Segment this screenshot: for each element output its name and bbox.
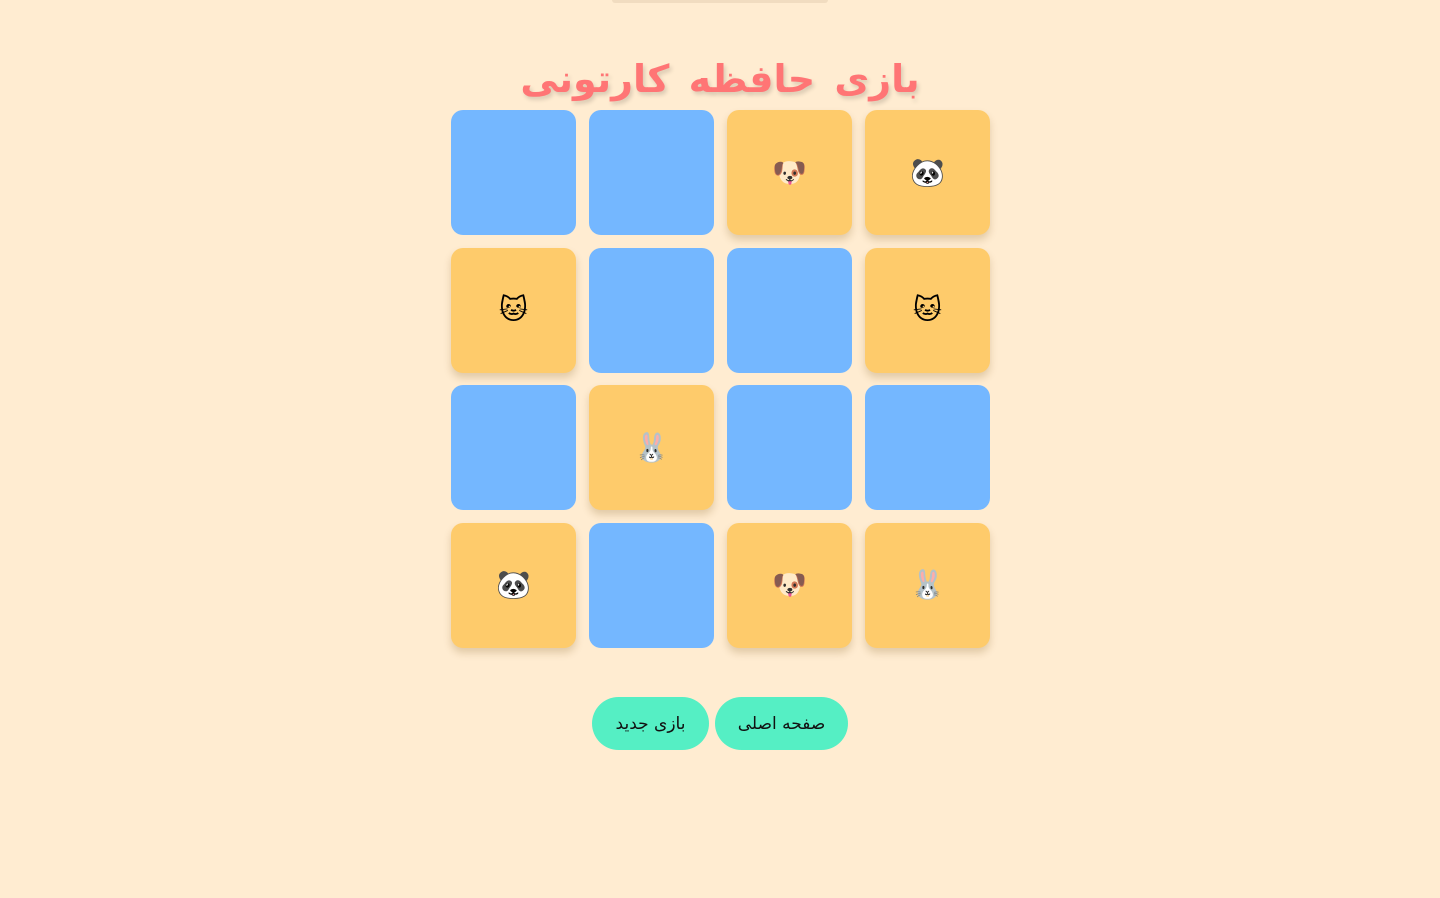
memory-card-revealed[interactable]: 🐶 bbox=[727, 110, 852, 235]
dog-face-icon: 🐶 bbox=[772, 568, 807, 601]
memory-card-hidden[interactable] bbox=[451, 385, 576, 510]
memory-card-hidden[interactable] bbox=[451, 110, 576, 235]
memory-card-hidden[interactable] bbox=[865, 385, 990, 510]
cat-face-icon: 🐱 bbox=[912, 293, 943, 326]
memory-card-hidden[interactable] bbox=[589, 110, 714, 235]
dog-face-icon: 🐶 bbox=[772, 155, 807, 189]
rabbit-face-icon: 🐰 bbox=[910, 568, 945, 601]
memory-card-revealed[interactable]: 🐼 bbox=[865, 110, 990, 235]
card-grid: 🐶 🐼 🐱 🐱 🐰 🐼 🐶 🐰 bbox=[451, 110, 990, 648]
memory-card-revealed[interactable]: 🐼 bbox=[451, 522, 576, 648]
panda-face-icon: 🐼 bbox=[496, 568, 531, 601]
top-tab-handle bbox=[612, 0, 828, 3]
page-title: بازی حافظه کارتونی bbox=[520, 57, 920, 102]
memory-card-hidden[interactable] bbox=[727, 247, 852, 373]
rabbit-face-icon: 🐰 bbox=[634, 430, 669, 464]
action-buttons: صفحه اصلی بازی جدید bbox=[592, 697, 848, 750]
panda-face-icon: 🐼 bbox=[910, 155, 945, 189]
memory-card-hidden[interactable] bbox=[589, 522, 714, 648]
memory-card-revealed[interactable]: 🐰 bbox=[589, 385, 714, 510]
memory-card-revealed[interactable]: 🐰 bbox=[865, 522, 990, 648]
memory-card-revealed[interactable]: 🐱 bbox=[865, 247, 990, 373]
home-button[interactable]: صفحه اصلی bbox=[715, 697, 848, 750]
memory-card-revealed[interactable]: 🐶 bbox=[727, 522, 852, 648]
memory-card-hidden[interactable] bbox=[727, 385, 852, 510]
new-game-button[interactable]: بازی جدید bbox=[592, 697, 709, 750]
cat-face-icon: 🐱 bbox=[498, 293, 529, 326]
memory-card-hidden[interactable] bbox=[589, 247, 714, 373]
memory-card-revealed[interactable]: 🐱 bbox=[451, 247, 576, 373]
